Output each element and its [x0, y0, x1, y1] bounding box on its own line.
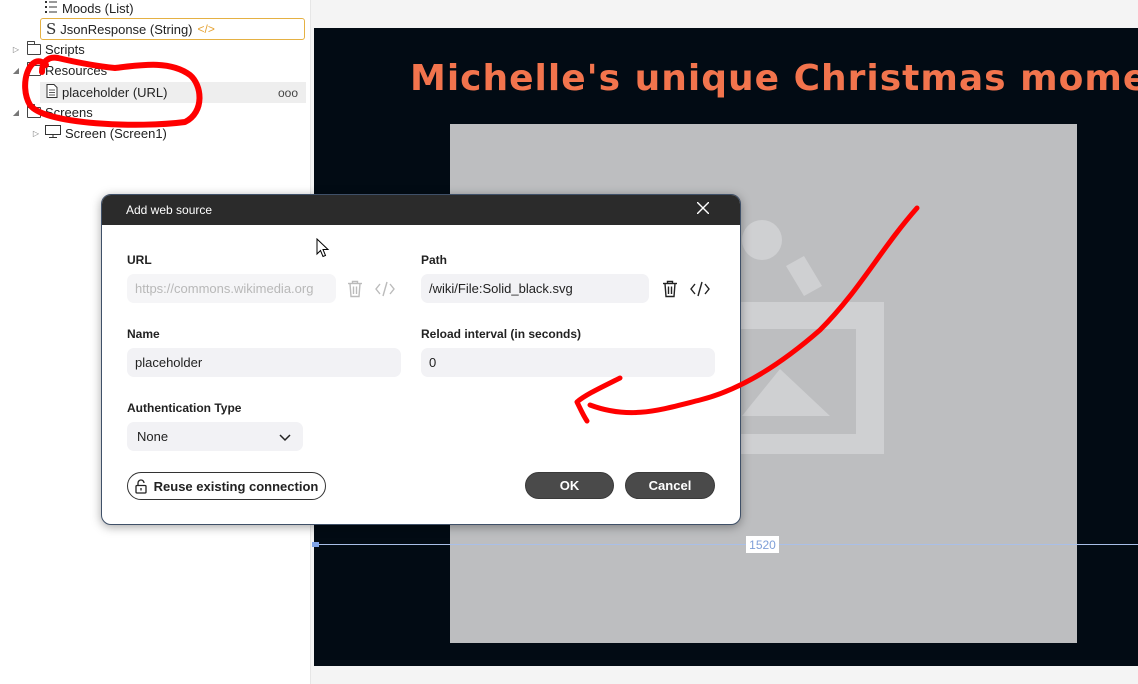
- screen-title-text[interactable]: Michelle's unique Christmas moment: [410, 58, 1138, 99]
- tree-item-placeholder[interactable]: placeholder (URL) ooo: [40, 82, 306, 103]
- url-label: URL: [127, 253, 152, 267]
- chevron-down-icon: [279, 430, 291, 445]
- folder-icon: [27, 103, 41, 118]
- tree-item-label: Resources: [45, 62, 108, 78]
- tree-item-jsonresponse[interactable]: S JsonResponse (String) </>: [40, 18, 305, 40]
- name-field[interactable]: placeholder: [127, 348, 401, 377]
- auth-type-value: None: [137, 429, 169, 444]
- reload-interval-field[interactable]: 0: [421, 348, 715, 377]
- collapse-arrow-icon[interactable]: ◢: [11, 65, 21, 75]
- path-code-icon[interactable]: [689, 278, 711, 300]
- tree-item-moods[interactable]: Moods (List): [44, 0, 134, 18]
- tree-item-scripts[interactable]: Scripts: [27, 39, 85, 59]
- more-options-icon[interactable]: ooo: [278, 86, 298, 100]
- path-label: Path: [421, 253, 448, 267]
- ok-label: OK: [559, 478, 580, 493]
- monitor-icon: [45, 125, 61, 141]
- tree-item-screens[interactable]: Screens: [27, 102, 93, 122]
- url-placeholder: https://commons.wikimedia.org: [135, 281, 314, 296]
- reload-interval-label: Reload interval (in seconds): [421, 327, 582, 341]
- url-delete-icon[interactable]: [344, 278, 366, 300]
- cancel-button[interactable]: Cancel: [625, 472, 715, 499]
- list-icon: [44, 0, 58, 17]
- tree-item-label: placeholder (URL): [62, 85, 168, 100]
- auth-type-dropdown[interactable]: None: [127, 422, 303, 451]
- auth-type-label: Authentication Type: [127, 401, 242, 415]
- unlock-icon: [134, 478, 147, 494]
- width-guide-label: 1520: [746, 536, 779, 553]
- name-value: placeholder: [135, 355, 203, 370]
- expand-arrow-icon[interactable]: ▷: [31, 128, 41, 138]
- document-icon: [46, 84, 58, 101]
- tree-item-label: Screens: [45, 104, 93, 120]
- tree-item-label: Screen (Screen1): [65, 125, 167, 141]
- path-delete-icon[interactable]: [659, 278, 681, 300]
- dialog-title: Add web source: [126, 203, 213, 217]
- mouse-cursor-icon: [316, 238, 330, 258]
- code-icon[interactable]: </>: [198, 22, 215, 36]
- cancel-label: Cancel: [648, 478, 692, 493]
- reuse-connection-label: Reuse existing connection: [153, 478, 319, 494]
- folder-icon: [27, 61, 41, 76]
- guide-handle[interactable]: [312, 542, 319, 547]
- reuse-connection-button[interactable]: Reuse existing connection: [127, 472, 326, 500]
- tree-item-label: JsonResponse (String): [60, 21, 193, 37]
- folder-icon: [27, 40, 41, 55]
- collapse-arrow-icon[interactable]: ◢: [11, 107, 21, 117]
- expand-arrow-icon[interactable]: ▷: [11, 44, 21, 54]
- url-code-icon[interactable]: [374, 278, 396, 300]
- url-field[interactable]: https://commons.wikimedia.org: [127, 274, 336, 303]
- dialog-header: Add web source: [102, 195, 740, 225]
- tree-item-screen1[interactable]: Screen (Screen1): [45, 123, 167, 143]
- string-icon: S: [46, 20, 57, 38]
- width-guide-line: [312, 544, 1138, 545]
- close-icon[interactable]: [695, 201, 711, 218]
- tree-item-label: Scripts: [45, 41, 85, 57]
- tree-item-label: Moods (List): [62, 0, 134, 16]
- add-web-source-dialog: Add web source URL https://commons.wikim…: [101, 194, 741, 525]
- path-field[interactable]: /wiki/File:Solid_black.svg: [421, 274, 649, 303]
- reload-interval-value: 0: [429, 355, 437, 370]
- ok-button[interactable]: OK: [525, 472, 614, 499]
- tree-item-resources[interactable]: Resources: [27, 60, 107, 80]
- name-label: Name: [127, 327, 160, 341]
- path-value: /wiki/File:Solid_black.svg: [429, 281, 573, 296]
